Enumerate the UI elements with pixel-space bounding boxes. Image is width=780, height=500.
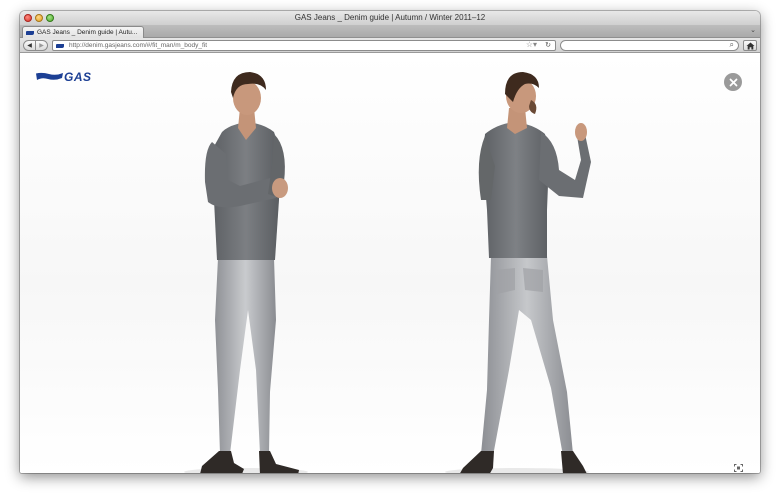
back-button[interactable]: ◀: [23, 40, 36, 51]
navigation-bar: ◀ ▶ http://denim.gasjeans.com/#/fit_man/…: [20, 38, 760, 53]
forward-button[interactable]: ▶: [36, 40, 48, 51]
window-title: GAS Jeans _ Denim guide | Autumn / Winte…: [294, 13, 486, 22]
gas-logo[interactable]: GAS: [36, 70, 92, 84]
search-icon[interactable]: ⌕: [730, 40, 734, 50]
tab-title: GAS Jeans _ Denim guide | Autu...: [37, 29, 138, 36]
model-front-photo: [184, 72, 308, 473]
star-icon[interactable]: ☆▾: [526, 40, 537, 49]
expand-button[interactable]: [734, 459, 743, 473]
expand-icon: [734, 464, 743, 472]
back-arrow-icon: ◀: [27, 43, 32, 49]
close-icon: [729, 78, 737, 86]
address-bar[interactable]: http://denim.gasjeans.com/#/fit_man/m_bo…: [52, 40, 556, 51]
tab-gas-jeans[interactable]: GAS Jeans _ Denim guide | Autu...: [22, 26, 144, 38]
model-back-photo: [445, 72, 591, 473]
site-favicon-icon: [56, 43, 64, 48]
tab-overflow-icon[interactable]: ⌄: [750, 26, 756, 34]
page-content: GAS: [20, 54, 760, 473]
gas-favicon-icon: [26, 30, 34, 35]
gas-logo-icon: [36, 72, 63, 80]
home-icon: [746, 42, 754, 49]
close-button[interactable]: [724, 73, 742, 91]
tab-strip: GAS Jeans _ Denim guide | Autu... ⌄: [20, 25, 760, 38]
search-input[interactable]: ⌕: [560, 40, 739, 51]
browser-window: GAS Jeans _ Denim guide | Autumn / Winte…: [20, 11, 760, 473]
forward-arrow-icon: ▶: [39, 43, 44, 49]
address-text[interactable]: http://denim.gasjeans.com/#/fit_man/m_bo…: [69, 42, 207, 49]
home-button[interactable]: [743, 40, 757, 51]
title-bar: GAS Jeans _ Denim guide | Autumn / Winte…: [20, 11, 760, 25]
logo-text: GAS: [64, 70, 92, 84]
reload-icon[interactable]: ↻: [545, 41, 551, 49]
